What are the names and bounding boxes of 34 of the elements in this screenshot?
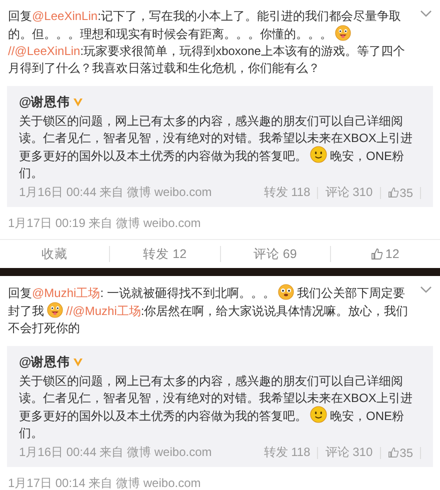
repost-link[interactable]: 转发 118: [264, 444, 310, 461]
repost-button[interactable]: 转发 12: [110, 240, 220, 268]
comment-button[interactable]: 评论 69: [220, 240, 330, 268]
thumbs-up-icon: [388, 447, 399, 458]
thumbs-up-icon: [388, 187, 399, 198]
tongue-face-icon: [47, 302, 63, 318]
like-link[interactable]: 35: [388, 446, 413, 460]
mention-link[interactable]: @LeeXinLin: [32, 9, 98, 23]
chevron-down-icon[interactable]: [420, 10, 432, 17]
puzzled-face-icon: [278, 284, 294, 300]
like-button[interactable]: 12: [330, 240, 440, 268]
comment-link[interactable]: 评论 310: [325, 184, 373, 201]
post-text: 回复@Muzhi工场: 一说就被砸得找不到北啊。。。 我们公关部下周定要封了我 //@Muzhi工场:你居然在啊，给大家说说具体情况嘛。放心，我们不会打死你的: [8, 284, 410, 337]
mention-link[interactable]: //@Muzhi工场: [66, 304, 141, 318]
timestamp: 1月17日 00:14 来自 微博 weibo.com: [8, 475, 202, 490]
chevron-down-icon[interactable]: [420, 286, 432, 293]
like-link[interactable]: 35: [388, 186, 413, 200]
post-text: 回复@LeeXinLin:记下了，写在我的小本上了。能引进的我们都会尽量争取的。但。。。理想和现实有时候会有距离。。。你懂的。。。 //@LeeXinLin:玩家要求很简单，玩得到xboxone上本该有的游戏。等了四个月得到了什么？我喜欢日落过载和生化危机，你们能有么？: [8, 8, 406, 77]
smiley-icon: [310, 146, 327, 163]
favorite-button[interactable]: 收藏: [0, 240, 110, 268]
mention-link[interactable]: //@LeeXinLin: [8, 44, 80, 58]
quoted-text: 关于锁区的问题，网上已有太多的内容，感兴趣的朋友们可以自己详细阅读。仁者见仁，智者见智，没有绝对的对错。我希望以未来在XBOX上引进更多更好的国外以及本土优秀的内容做为我的答复吧。 晚安，ONE粉们。: [19, 113, 414, 181]
timestamp: 1月17日 00:19 来自 微博 weibo.com: [8, 215, 202, 232]
timestamp: 1月16日 00:44 来自 微博 weibo.com: [19, 184, 212, 201]
author-name[interactable]: @谢恩伟: [19, 94, 70, 111]
timestamp: 1月16日 00:44 来自 微博 weibo.com: [19, 444, 212, 461]
smiley-icon: [310, 406, 327, 423]
thumbs-up-icon: [371, 248, 384, 260]
comment-link[interactable]: 评论 310: [325, 444, 373, 461]
author-name[interactable]: @谢恩伟: [19, 354, 70, 371]
tongue-face-icon: [335, 25, 351, 41]
repost-link[interactable]: 转发 118: [264, 184, 310, 201]
mention-link[interactable]: @Muzhi工场: [32, 286, 100, 300]
quoted-text: 关于锁区的问题，网上已有太多的内容，感兴趣的朋友们可以自己详细阅读。仁者见仁，智者见智，没有绝对的对错。我希望以未来在XBOX上引进更多更好的国外以及本土优秀的内容做为我的答复吧。 晚安，ONE粉们。: [19, 373, 414, 441]
